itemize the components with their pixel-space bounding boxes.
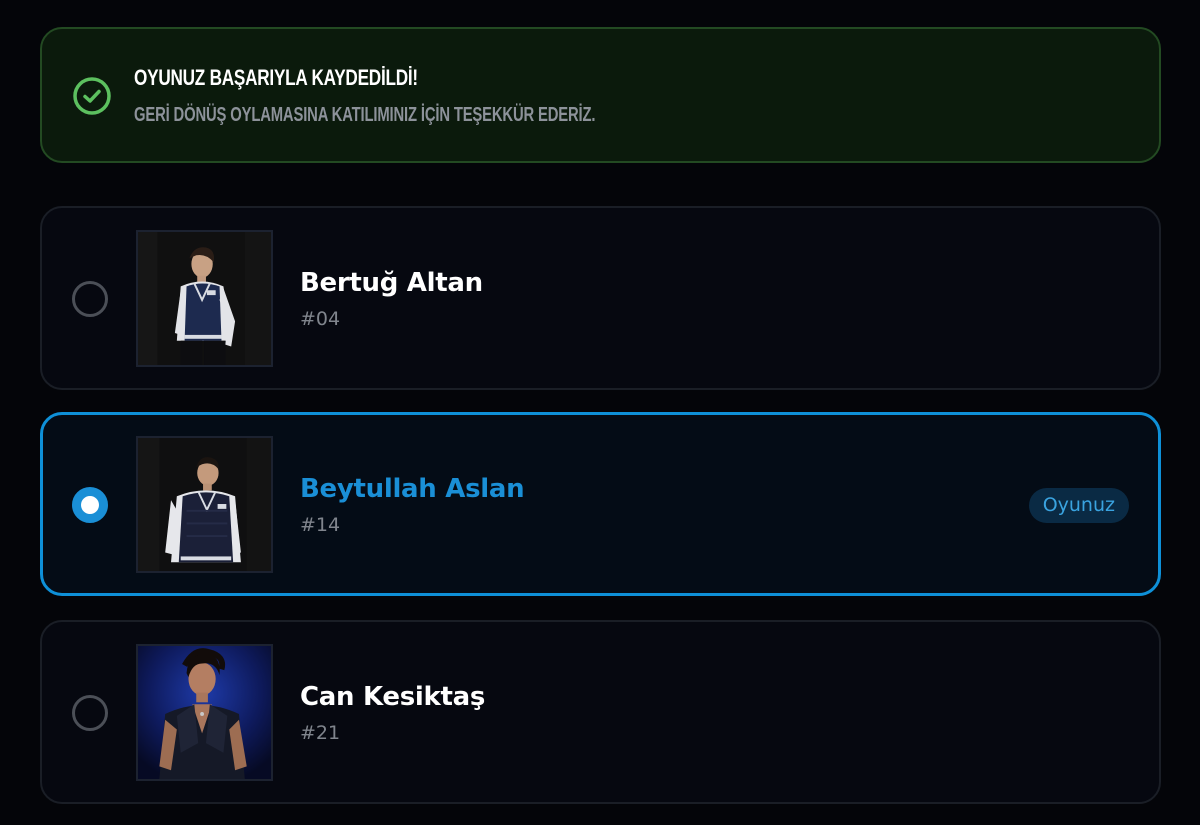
success-banner: OYUNUZ BAŞARIYLA KAYDEDİLDİ! GERİ DÖNÜŞ … bbox=[40, 27, 1161, 163]
candidate-option-beytullah-aslan[interactable]: Beytullah Aslan #14 Oyunuz bbox=[40, 412, 1161, 596]
candidate-number: #14 bbox=[300, 514, 341, 536]
candidate-name: Can Kesiktaş bbox=[300, 682, 486, 712]
candidate-photo bbox=[136, 644, 273, 781]
radio-button[interactable] bbox=[72, 695, 108, 731]
your-vote-badge: Oyunuz bbox=[1028, 488, 1129, 523]
banner-title: OYUNUZ BAŞARIYLA KAYDEDİLDİ! bbox=[134, 65, 418, 90]
candidate-number: #21 bbox=[300, 722, 341, 744]
radio-button-checked[interactable] bbox=[72, 487, 108, 523]
radio-button[interactable] bbox=[72, 281, 108, 317]
candidate-option-can-kesiktas[interactable]: Can Kesiktaş #21 bbox=[40, 620, 1161, 804]
banner-subtitle: GERİ DÖNÜŞ OYLAMASINA KATILIMINIZ İÇİN T… bbox=[134, 104, 596, 126]
check-circle-icon bbox=[73, 77, 111, 115]
candidate-option-bertug-altan[interactable]: Bertuğ Altan #04 bbox=[40, 206, 1161, 390]
candidate-photo bbox=[136, 230, 273, 367]
candidate-name: Beytullah Aslan bbox=[300, 474, 525, 504]
candidate-photo bbox=[136, 436, 273, 573]
candidate-number: #04 bbox=[300, 308, 341, 330]
candidate-name: Bertuğ Altan bbox=[300, 268, 483, 298]
